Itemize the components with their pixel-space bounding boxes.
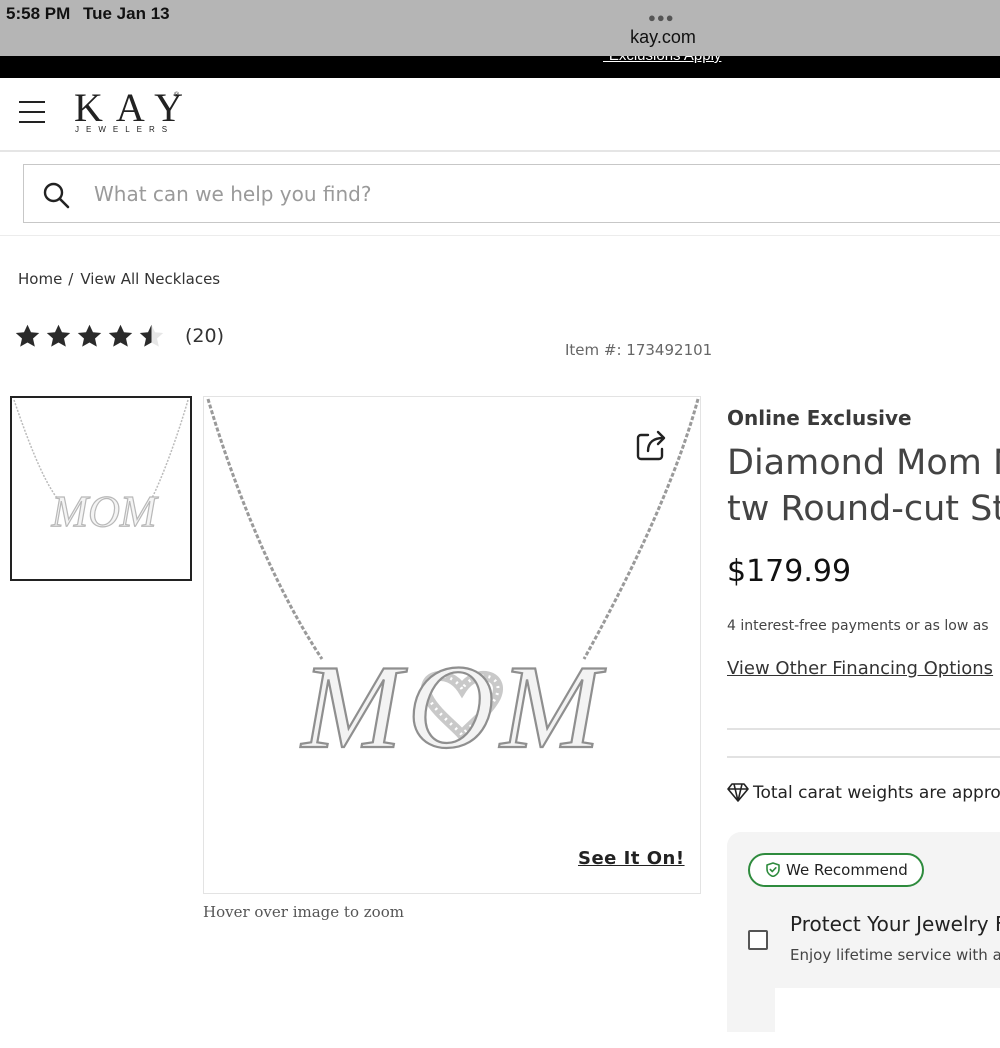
product-title-line-1: Diamond Mom N xyxy=(727,443,1000,483)
financing-options-link[interactable]: View Other Financing Options xyxy=(727,658,993,679)
necklace-mom-text: MOM xyxy=(300,640,607,773)
search-input[interactable] xyxy=(92,179,696,209)
star-icon xyxy=(108,324,133,347)
we-recommend-label: We Recommend xyxy=(786,861,908,879)
diamond-icon xyxy=(727,783,749,802)
status-time: 5:58 PM xyxy=(6,4,71,23)
item-number: Item #: 173492101 xyxy=(565,341,713,359)
shield-check-icon xyxy=(766,862,780,878)
protection-options-area xyxy=(775,988,1000,1048)
exclusions-link[interactable]: *Exclusions Apply xyxy=(603,56,721,64)
protection-plan-subtitle: Enjoy lifetime service with a c xyxy=(790,946,1000,964)
product-title-line-2: tw Round-cut Sto xyxy=(727,489,1000,529)
logo-subtitle: JEWELERS xyxy=(75,125,175,134)
star-icon xyxy=(77,324,102,347)
divider xyxy=(727,756,1000,758)
payments-text: 4 interest-free payments or as low as xyxy=(727,618,989,634)
breadcrumb: Home / View All Necklaces xyxy=(18,270,220,288)
product-price: $179.99 xyxy=(727,554,852,589)
divider xyxy=(727,728,1000,730)
necklace-image: MOM xyxy=(206,398,700,774)
product-rating[interactable]: (20) xyxy=(14,323,224,353)
protection-plan-checkbox[interactable] xyxy=(748,930,768,950)
promo-banner: *Exclusions Apply xyxy=(0,56,1000,78)
search-icon[interactable] xyxy=(42,181,70,209)
thumbnail-necklace-image: MOM xyxy=(13,399,189,537)
share-icon[interactable] xyxy=(634,429,668,463)
rating-stars xyxy=(14,324,169,347)
gallery-thumbnail[interactable]: MOM xyxy=(10,396,192,581)
main-product-image[interactable]: MOM See It On! xyxy=(203,396,701,894)
divider xyxy=(0,235,1000,236)
protection-plan-title[interactable]: Protect Your Jewelry F xyxy=(790,912,1000,936)
search-bar xyxy=(23,164,1000,223)
breadcrumb-home[interactable]: Home xyxy=(18,270,62,288)
address-url[interactable]: kay.com xyxy=(0,27,1000,48)
carat-weight-note: Total carat weights are appro xyxy=(727,782,1000,803)
star-icon xyxy=(15,324,40,347)
more-dots-icon[interactable]: ●●● xyxy=(648,10,675,25)
see-it-on-link[interactable]: See It On! xyxy=(578,848,685,869)
breadcrumb-separator: / xyxy=(68,270,74,288)
svg-text:MOM: MOM xyxy=(50,487,158,536)
status-date: Tue Jan 13 xyxy=(83,4,170,23)
site-header: KAY ® JEWELERS xyxy=(0,78,1000,152)
star-icon xyxy=(139,324,164,347)
online-exclusive-badge: Online Exclusive xyxy=(727,406,912,430)
browser-status-bar: 5:58 PM Tue Jan 13 ●●● kay.com xyxy=(0,0,1000,57)
registered-mark: ® xyxy=(174,92,180,99)
carat-weight-text: Total carat weights are appro xyxy=(753,783,1000,803)
breadcrumb-necklaces[interactable]: View All Necklaces xyxy=(80,270,220,288)
zoom-hint: Hover over image to zoom xyxy=(203,903,404,921)
we-recommend-badge: We Recommend xyxy=(748,853,924,887)
star-icon xyxy=(46,324,71,347)
protection-plan-panel: We Recommend Protect Your Jewelry F Enjo… xyxy=(727,832,1000,1048)
review-count[interactable]: (20) xyxy=(185,325,224,347)
product-title: Diamond Mom N tw Round-cut Sto xyxy=(727,440,1000,532)
menu-icon[interactable] xyxy=(19,101,45,123)
